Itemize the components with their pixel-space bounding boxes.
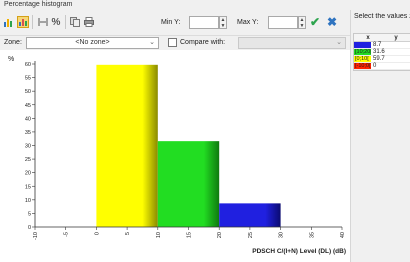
compare-label: Compare with: bbox=[180, 39, 226, 46]
row-y-cell: 31.6 bbox=[373, 49, 385, 55]
max-y-label: Max Y: bbox=[237, 19, 259, 26]
color-bar-icon[interactable] bbox=[17, 16, 29, 28]
row-y-cell: 59.7 bbox=[373, 56, 385, 62]
row-x-cell: [-10;0[ bbox=[354, 63, 371, 69]
column-header-x: x bbox=[366, 35, 370, 41]
compare-checkbox[interactable] bbox=[168, 38, 177, 47]
row-x-cell: [0;10[ bbox=[354, 56, 371, 62]
compare-select[interactable]: ⌄ bbox=[238, 37, 346, 49]
table-header: x y bbox=[354, 34, 410, 42]
row-y-cell: 0 bbox=[373, 63, 377, 69]
max-y-stepper[interactable]: ▲ ▼ bbox=[298, 16, 306, 29]
zone-select[interactable]: <No zone> ⌄ bbox=[26, 37, 159, 49]
bar-chart-icon[interactable] bbox=[3, 16, 15, 28]
y-tick-label: 30 bbox=[25, 144, 31, 150]
histogram-bar bbox=[219, 203, 281, 227]
x-tick-label: -10 bbox=[33, 232, 39, 240]
histogram-chart: % 0 5 10 15 20 25 30 35 40 45 50 55 60 -10 -5 0 5 10 15 20 2… bbox=[0, 50, 350, 262]
min-y-stepper[interactable]: ▲ ▼ bbox=[219, 16, 227, 29]
x-axis-label: PDSCH C/(I+N) Level (DL) (dB) bbox=[252, 248, 346, 255]
y-tick-label: 0 bbox=[28, 225, 31, 231]
cancel-x-icon[interactable]: ✖ bbox=[327, 15, 337, 29]
max-y-input[interactable] bbox=[268, 16, 298, 29]
y-tick-label: 60 bbox=[25, 62, 31, 68]
y-tick-label: 50 bbox=[25, 89, 31, 95]
y-tick-label: 45 bbox=[25, 103, 31, 109]
y-tick-label: 10 bbox=[25, 198, 31, 204]
table-row[interactable]: [10;20[ 31.6 bbox=[354, 49, 410, 56]
x-tick-label: 20 bbox=[217, 232, 223, 238]
y-tick-label: 15 bbox=[25, 184, 31, 190]
y-tick-label: 20 bbox=[25, 171, 31, 177]
chevron-down-icon: ⌄ bbox=[149, 39, 155, 46]
x-tick-label: 0 bbox=[94, 232, 100, 235]
x-tick-label: 35 bbox=[309, 232, 315, 238]
y-tick-label: 35 bbox=[25, 130, 31, 136]
min-y-label: Min Y: bbox=[161, 19, 181, 26]
y-tick-label: 55 bbox=[25, 76, 31, 82]
x-tick-label: 15 bbox=[187, 232, 193, 238]
apply-check-icon[interactable]: ✔ bbox=[310, 15, 320, 29]
x-tick-label: 10 bbox=[156, 232, 162, 238]
y-tick-label: 5 bbox=[28, 211, 31, 217]
x-tick-label: 30 bbox=[279, 232, 285, 238]
histogram-svg: % 0 5 10 15 20 25 30 35 40 45 50 55 60 -10 -5 0 5 10 15 20 2… bbox=[8, 56, 346, 255]
min-y-input[interactable] bbox=[189, 16, 219, 29]
x-tick-label: -5 bbox=[64, 232, 70, 237]
row-x-cell bbox=[354, 42, 371, 48]
chevron-down-icon: ⌄ bbox=[336, 39, 342, 46]
table-row[interactable]: [0;10[ 59.7 bbox=[354, 56, 410, 63]
histogram-bar bbox=[96, 64, 158, 227]
zone-bar: Zone: <No zone> ⌄ Compare with: ⌄ bbox=[0, 36, 350, 50]
x-tick-label: 5 bbox=[125, 232, 131, 235]
row-y-cell: 8.7 bbox=[373, 42, 382, 48]
x-tick-label: 25 bbox=[248, 232, 254, 238]
copy-icon[interactable] bbox=[69, 16, 81, 28]
table-row[interactable]: [-10;0[ 0 bbox=[354, 63, 410, 70]
row-x-cell: [10;20[ bbox=[354, 49, 371, 55]
zone-selected-value: <No zone> bbox=[75, 39, 110, 46]
table-row[interactable]: 8.7 bbox=[354, 42, 410, 49]
percent-icon[interactable]: % bbox=[50, 16, 62, 28]
column-header-y: y bbox=[394, 35, 398, 41]
side-panel-title: Select the values zoom in: bbox=[354, 13, 410, 20]
histogram-bar bbox=[157, 141, 220, 227]
toolbar: % Min Y: ▲ ▼ Max Y: ▲ ▼ ✔ ✖ bbox=[0, 10, 350, 36]
print-icon[interactable] bbox=[83, 16, 95, 28]
y-tick-label: 40 bbox=[25, 116, 31, 122]
y-tick-label: 25 bbox=[25, 157, 31, 163]
values-table: x y 8.7 [10;20[ 31.6 [0;10[ 59.7 [-10;0[… bbox=[353, 33, 410, 71]
zone-label: Zone: bbox=[4, 39, 22, 46]
x-tick-label: 40 bbox=[340, 232, 346, 238]
fit-icon[interactable] bbox=[37, 16, 49, 28]
y-axis-label: % bbox=[8, 56, 14, 63]
window-title: Percentage histogram bbox=[0, 0, 410, 10]
value-side-panel: Select the values zoom in: x y 8.7 [10;2… bbox=[350, 10, 410, 262]
